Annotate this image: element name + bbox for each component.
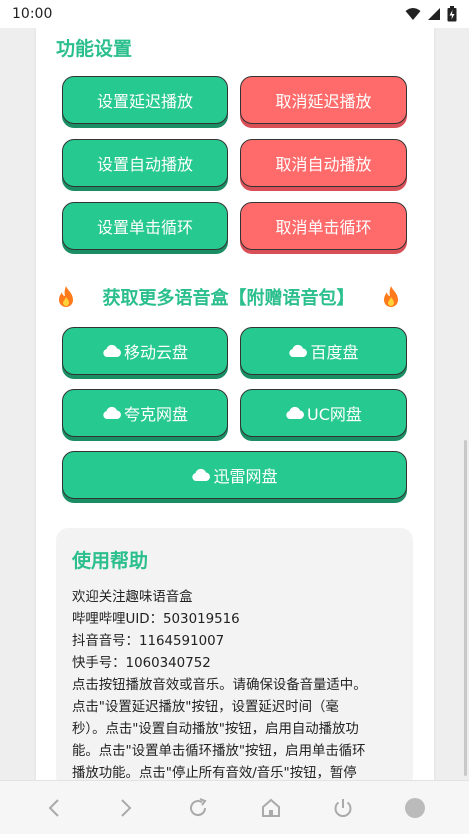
browser-nav-bar [0,780,469,834]
cloud-icon [103,406,121,419]
status-time: 10:00 [12,6,53,22]
back-icon [48,798,59,817]
cancel-auto-play-button[interactable]: 取消自动播放 [240,139,407,187]
status-icons [405,6,457,22]
menu-circle-icon [404,797,425,818]
help-title: 使用帮助 [72,550,149,572]
cloud-icon [286,406,304,419]
uc-pan-button[interactable]: UC网盘 [240,389,407,437]
cloud-icon [192,468,211,481]
promo-banner: 获取更多语音盒【附赠语音包】 [56,284,401,310]
power-icon [334,798,352,817]
scrollbar[interactable] [464,440,467,776]
power-button[interactable] [325,790,361,826]
mobile-cloud-label: 移动云盘 [123,343,188,362]
wifi-icon [405,8,421,20]
set-delay-play-button[interactable]: 设置延迟播放 [62,76,228,124]
xunlei-pan-button[interactable]: 迅雷网盘 [62,451,407,499]
cancel-delay-play-button[interactable]: 取消延迟播放 [240,76,407,124]
quark-pan-label: 夸克网盘 [123,405,188,424]
fire-icon [59,286,73,307]
back-button[interactable] [36,790,72,826]
set-auto-play-button[interactable]: 设置自动播放 [62,139,228,187]
baidu-pan-label: 百度盘 [310,343,359,362]
home-icon [261,798,280,817]
signal-icon [428,8,440,20]
help-line: 点击"设置延迟播放"按钮，设置延迟时间（毫 [72,700,339,715]
help-line: 能。点击"设置单击循环播放"按钮，启用单击循环 [72,744,366,759]
cancel-click-loop-button[interactable]: 取消单击循环 [240,202,407,250]
xunlei-pan-label: 迅雷网盘 [213,467,278,486]
cloud-icon [103,344,121,357]
forward-icon [121,798,132,817]
home-button[interactable] [253,790,289,826]
settings-title: 功能设置 [56,38,133,60]
status-bar: 10:00 [0,0,469,28]
help-line: 欢迎关注趣味语音盒 [72,590,193,605]
mobile-cloud-button[interactable]: 移动云盘 [62,327,228,375]
baidu-pan-button[interactable]: 百度盘 [240,327,407,375]
help-line: 快手号：1060340752 [72,656,211,671]
battery-icon [447,6,457,22]
help-line: 点击按钮播放音效或音乐。请确保设备音量适中。 [72,678,367,693]
help-line: 哔哩哔哩UID：503019516 [72,612,240,627]
set-click-loop-button[interactable]: 设置单击循环 [62,202,228,250]
cloud-icon [289,344,308,357]
forward-button[interactable] [108,790,144,826]
promo-text: 获取更多语音盒【附赠语音包】 [102,288,355,309]
refresh-icon [190,797,207,816]
help-line: 抖音音号：1164591007 [72,634,225,649]
help-section: 使用帮助 欢迎关注趣味语音盒 哔哩哔哩UID：503019516 抖音音号：11… [56,528,413,788]
uc-pan-label: UC网盘 [307,405,362,424]
help-line: 秒）。点击"设置自动播放"按钮，启用自动播放功 [72,722,359,737]
refresh-button[interactable] [180,790,216,826]
menu-button[interactable] [397,790,433,826]
quark-pan-button[interactable]: 夸克网盘 [62,389,228,437]
fire-icon [384,286,398,307]
